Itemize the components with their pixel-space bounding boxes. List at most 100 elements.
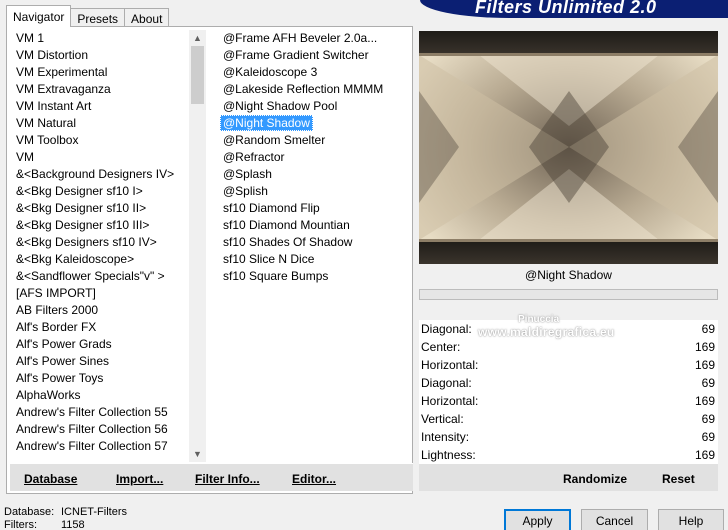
parameter-value: 69 [701, 322, 715, 336]
filters-unlimited-banner: Filters Unlimited 2.0 [420, 0, 728, 18]
filter-item-label: @Frame Gradient Switcher [223, 48, 369, 62]
cancel-button[interactable]: Cancel [581, 509, 648, 530]
filter-parameters: Diagonal: 69 Center: 169 Horizontal: 169 Diago… [419, 320, 718, 464]
parameter-label: Horizontal: [421, 394, 479, 408]
category-item[interactable]: &<Sandflower Specials"v" > [10, 268, 206, 285]
import-button[interactable]: Import... [116, 472, 163, 486]
parameter-label: Horizontal: [421, 358, 479, 372]
category-list[interactable]: VM 1 VM Distortion VM Experimental VM Extra… [10, 30, 206, 464]
filter-item-label: @Refractor [223, 150, 285, 164]
filter-item[interactable]: @Night Shadow Pool [218, 98, 413, 115]
filter-item[interactable]: sf10 Diamond Mountian [218, 217, 413, 234]
filter-list[interactable]: @Frame AFH Beveler 2.0a... @Frame Gradien… [218, 30, 413, 464]
parameter-row[interactable]: Intensity: 69 [421, 428, 717, 446]
category-item[interactable]: &<Bkg Designers sf10 IV> [10, 234, 206, 251]
parameter-row[interactable]: Diagonal: 69 [421, 374, 717, 392]
category-item[interactable]: [AFS IMPORT] [10, 285, 206, 302]
category-item[interactable]: Andrew's Filter Collection 57 [10, 438, 206, 455]
filter-item-label: @Splash [223, 167, 272, 181]
database-button[interactable]: Database [24, 472, 77, 486]
filter-item[interactable]: sf10 Square Bumps [218, 268, 413, 285]
category-item[interactable]: Alf's Power Grads [10, 336, 206, 353]
parameter-value: 169 [694, 340, 715, 354]
reset-button[interactable]: Reset [662, 472, 695, 486]
filter-item[interactable]: sf10 Diamond Flip [218, 200, 413, 217]
database-value: ICNET-Filters [61, 506, 127, 518]
category-item[interactable]: Alf's Power Sines [10, 353, 206, 370]
tab-strip: Navigator Presets About [6, 5, 170, 27]
randomize-button[interactable]: Randomize [563, 472, 627, 486]
filter-item[interactable]: @Splash [218, 166, 413, 183]
category-item[interactable]: VM Extravaganza [10, 81, 206, 98]
category-item[interactable]: AB Filters 2000 [10, 302, 206, 319]
parameter-row[interactable]: Lightness: 169 [421, 446, 717, 464]
parameter-row[interactable]: Vertical: 69 [421, 410, 717, 428]
parameter-label: Diagonal: [421, 376, 472, 390]
parameter-label: Diagonal: [421, 322, 472, 336]
filter-item[interactable]: @Splish [218, 183, 413, 200]
category-item[interactable]: &<Bkg Kaleidoscope> [10, 251, 206, 268]
tab-presets[interactable]: Presets [70, 8, 126, 27]
preview-frame [419, 31, 718, 264]
parameter-label: Center: [421, 340, 461, 354]
category-item[interactable]: &<Background Designers IV> [10, 166, 206, 183]
category-scrollbar[interactable]: ▲ ▼ [189, 30, 206, 462]
filter-info-button[interactable]: Filter Info... [195, 472, 260, 486]
parameter-row[interactable]: Horizontal: 169 [421, 356, 717, 374]
category-item[interactable]: &<Bkg Designer sf10 I> [10, 183, 206, 200]
filter-item-label: @Night Shadow Pool [223, 99, 338, 113]
filter-item-label: @Frame AFH Beveler 2.0a... [223, 31, 378, 45]
filter-item[interactable]: @Random Smelter [218, 132, 413, 149]
category-item[interactable]: VM Toolbox [10, 132, 206, 149]
scroll-down-arrow-icon[interactable]: ▼ [189, 446, 206, 462]
category-item[interactable]: Alf's Border FX [10, 319, 206, 336]
tab-about[interactable]: About [124, 8, 170, 27]
filter-item[interactable]: @Kaleidoscope 3 [218, 64, 413, 81]
status-area: Database: ICNET-Filters Filters: 1158 [4, 506, 127, 530]
category-item[interactable]: AlphaWorks [10, 387, 206, 404]
parameter-value: 69 [701, 412, 715, 426]
category-item[interactable]: Alf's Power Toys [10, 370, 206, 387]
filter-item-label: sf10 Shades Of Shadow [223, 235, 353, 249]
category-item[interactable]: Andrew's Filter Collection 55 [10, 404, 206, 421]
category-item[interactable]: VM Distortion [10, 47, 206, 64]
filter-item[interactable]: sf10 Shades Of Shadow [218, 234, 413, 251]
category-item[interactable]: VM Experimental [10, 64, 206, 81]
parameter-value: 169 [694, 358, 715, 372]
navigator-button-bar: Database Import... Filter Info... Editor… [10, 463, 413, 491]
category-item[interactable]: VM Instant Art [10, 98, 206, 115]
filter-item-label: @Random Smelter [223, 133, 326, 147]
filter-item-label: sf10 Square Bumps [223, 269, 329, 283]
filter-item[interactable]: @Frame AFH Beveler 2.0a... [218, 30, 413, 47]
filter-item-label: @Lakeside Reflection MMMM [223, 82, 384, 96]
tab-navigator[interactable]: Navigator [6, 5, 72, 27]
filter-item-selected[interactable]: @Night Shadow [218, 115, 413, 132]
scroll-up-arrow-icon[interactable]: ▲ [189, 30, 206, 46]
parameter-row[interactable]: Diagonal: 69 [421, 320, 717, 338]
parameter-value: 69 [701, 430, 715, 444]
apply-button[interactable]: Apply [504, 509, 571, 530]
filter-item[interactable]: @Refractor [218, 149, 413, 166]
category-item[interactable]: VM Natural [10, 115, 206, 132]
editor-button[interactable]: Editor... [292, 472, 336, 486]
parameter-label: Intensity: [421, 430, 470, 444]
parameter-row[interactable]: Horizontal: 169 [421, 392, 717, 410]
category-item[interactable]: VM [10, 149, 206, 166]
filters-count: 1158 [61, 519, 85, 530]
parameter-row[interactable]: Center: 169 [421, 338, 717, 356]
help-button[interactable]: Help [658, 509, 724, 530]
filter-item[interactable]: @Frame Gradient Switcher [218, 47, 413, 64]
category-item[interactable]: &<Bkg Designer sf10 III> [10, 217, 206, 234]
filter-preview-image [419, 31, 718, 264]
category-item[interactable]: Andrew's Filter Collection 56 [10, 421, 206, 438]
filter-item-label: sf10 Slice N Dice [223, 252, 315, 266]
filter-item[interactable]: sf10 Slice N Dice [218, 251, 413, 268]
progress-bar [419, 289, 718, 300]
scrollbar-thumb[interactable] [191, 46, 204, 104]
filter-item-label: @Splish [223, 184, 268, 198]
night-shadow-preview [419, 31, 718, 264]
parameter-value: 69 [701, 376, 715, 390]
filter-item[interactable]: @Lakeside Reflection MMMM [218, 81, 413, 98]
category-item[interactable]: VM 1 [10, 30, 206, 47]
category-item[interactable]: &<Bkg Designer sf10 II> [10, 200, 206, 217]
